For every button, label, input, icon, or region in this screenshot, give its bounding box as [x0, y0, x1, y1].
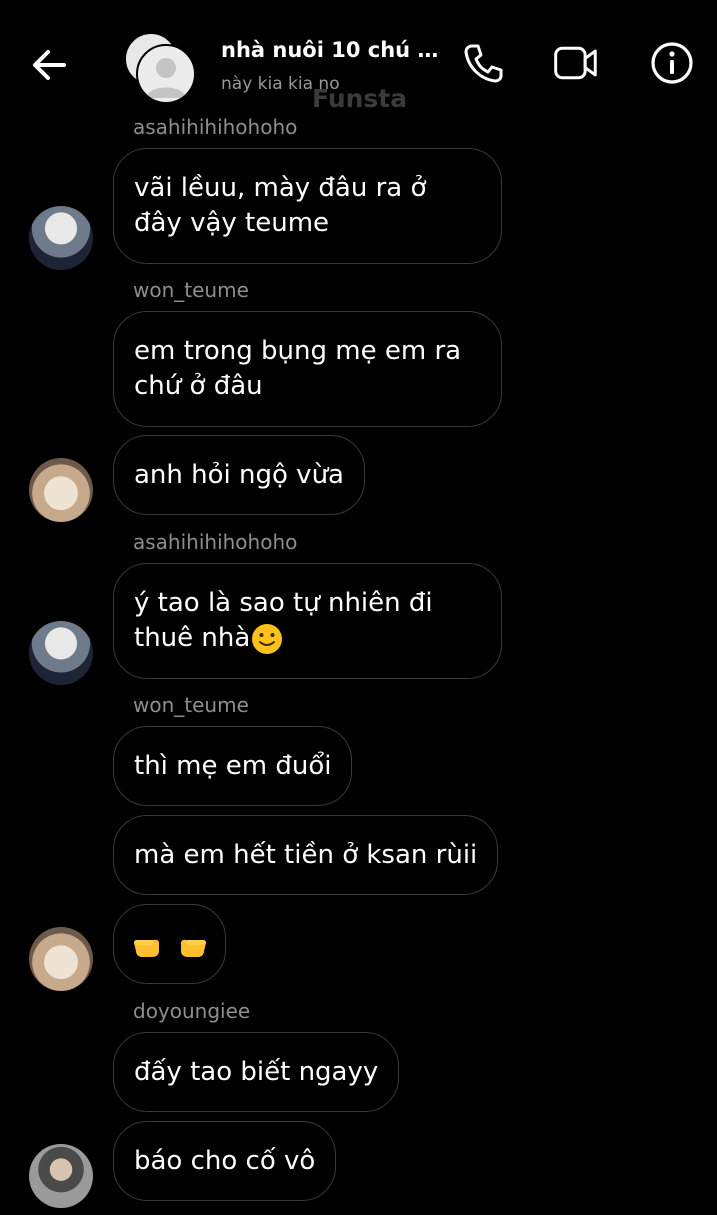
message-bubble[interactable]: vãi lềuu, mày đâu ra ở đây vậy teume: [113, 148, 502, 264]
message-text: đấy tao biết ngayy: [134, 1057, 379, 1087]
message-bubble[interactable]: anh hỏi ngộ vừa: [113, 435, 365, 515]
message-bubble[interactable]: [113, 904, 226, 984]
user-avatar[interactable]: [29, 927, 93, 991]
pointing-hands-icon: [134, 939, 206, 957]
message-text: em trong bụng mẹ em ra chứ ở đâu: [134, 336, 462, 401]
message-bubble[interactable]: thì mẹ em đuổi: [113, 726, 353, 806]
back-arrow-icon[interactable]: [28, 44, 70, 86]
message-bubble[interactable]: báo cho cố vô: [113, 1121, 337, 1201]
message-bubble[interactable]: em trong bụng mẹ em ra chứ ở đâu: [113, 311, 502, 427]
message-sender: asahihihihohoho: [133, 115, 298, 139]
message-text: mà em hết tiền ở ksan rùii: [134, 840, 478, 870]
message-text: vãi lềuu, mày đâu ra ở đây vậy teume: [134, 173, 427, 238]
info-icon[interactable]: [649, 40, 695, 86]
user-avatar[interactable]: [29, 621, 93, 685]
message-bubble[interactable]: đấy tao biết ngayy: [113, 1032, 400, 1112]
message-sender: won_teume: [133, 278, 249, 302]
user-avatar[interactable]: [29, 206, 93, 270]
message-text: báo cho cố vô: [134, 1146, 316, 1176]
message-bubble[interactable]: ý tao là sao tự nhiên đi thuê nhà: [113, 563, 502, 679]
default-user-icon: [146, 58, 186, 98]
message-sender: doyoungiee: [133, 999, 251, 1023]
slightly-smiling-face-icon: [252, 623, 283, 654]
user-avatar[interactable]: [29, 1144, 93, 1208]
user-avatar[interactable]: [29, 458, 93, 522]
video-camera-icon[interactable]: [552, 40, 598, 86]
chat-title[interactable]: nhà nuôi 10 chú ...: [221, 38, 441, 62]
message-sender: won_teume: [133, 693, 249, 717]
message-text: anh hỏi ngộ vừa: [134, 460, 344, 490]
chat-header: nhà nuôi 10 chú ... này kia kia no Funst…: [0, 0, 717, 120]
message-text: thì mẹ em đuổi: [134, 751, 332, 781]
phone-icon[interactable]: [460, 40, 506, 86]
group-avatar-front: [136, 44, 196, 104]
message-sender: asahihihihohoho: [133, 530, 298, 554]
group-avatar[interactable]: [124, 32, 196, 104]
message-bubble[interactable]: mà em hết tiền ở ksan rùii: [113, 815, 499, 895]
watermark: Funsta: [312, 84, 408, 113]
